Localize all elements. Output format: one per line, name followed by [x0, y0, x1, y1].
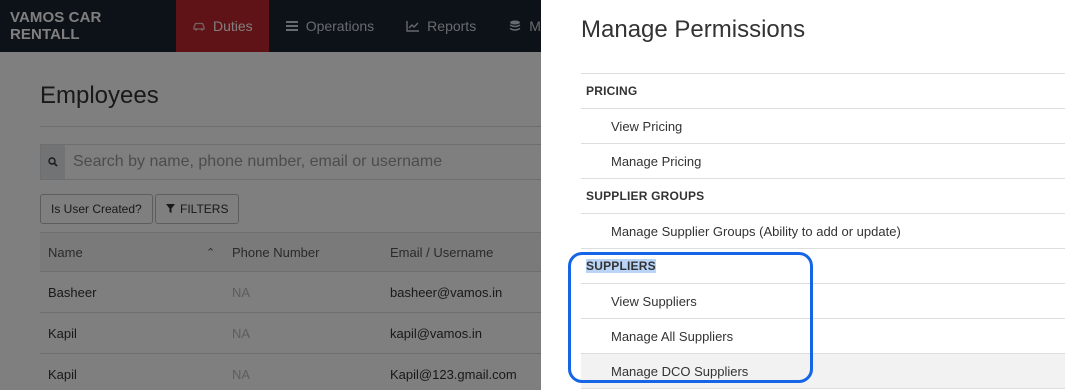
permissions-list: PRICING View Pricing Manage Pricing SUPP…	[581, 73, 1065, 389]
permission-item[interactable]: Manage DCO Suppliers	[581, 354, 1065, 389]
drawer-title: Manage Permissions	[581, 16, 806, 43]
permission-label: Manage Pricing	[611, 153, 702, 169]
permission-group-supplier-groups: SUPPLIER GROUPS	[581, 179, 1065, 214]
manage-permissions-drawer: Manage Permissions PRICING View Pricing …	[541, 0, 1065, 390]
permission-item[interactable]: Manage All Suppliers	[581, 319, 1065, 354]
permission-label: View Pricing	[611, 118, 683, 134]
permission-label: Manage DCO Suppliers	[611, 363, 749, 379]
permission-item[interactable]: Manage Pricing	[581, 144, 1065, 179]
permission-label: View Suppliers	[611, 293, 697, 309]
group-label: SUPPLIERS	[586, 259, 656, 273]
permission-label: Manage Supplier Groups (Ability to add o…	[611, 223, 901, 239]
permission-group-pricing: PRICING	[581, 74, 1065, 109]
permission-item[interactable]: View Pricing	[581, 109, 1065, 144]
permission-item[interactable]: Manage Supplier Groups (Ability to add o…	[581, 214, 1065, 249]
group-label: SUPPLIER GROUPS	[586, 189, 705, 203]
group-label: PRICING	[586, 84, 638, 98]
permission-item[interactable]: View Suppliers	[581, 284, 1065, 319]
permission-group-suppliers: SUPPLIERS	[581, 249, 1065, 284]
permission-label: Manage All Suppliers	[611, 328, 734, 344]
